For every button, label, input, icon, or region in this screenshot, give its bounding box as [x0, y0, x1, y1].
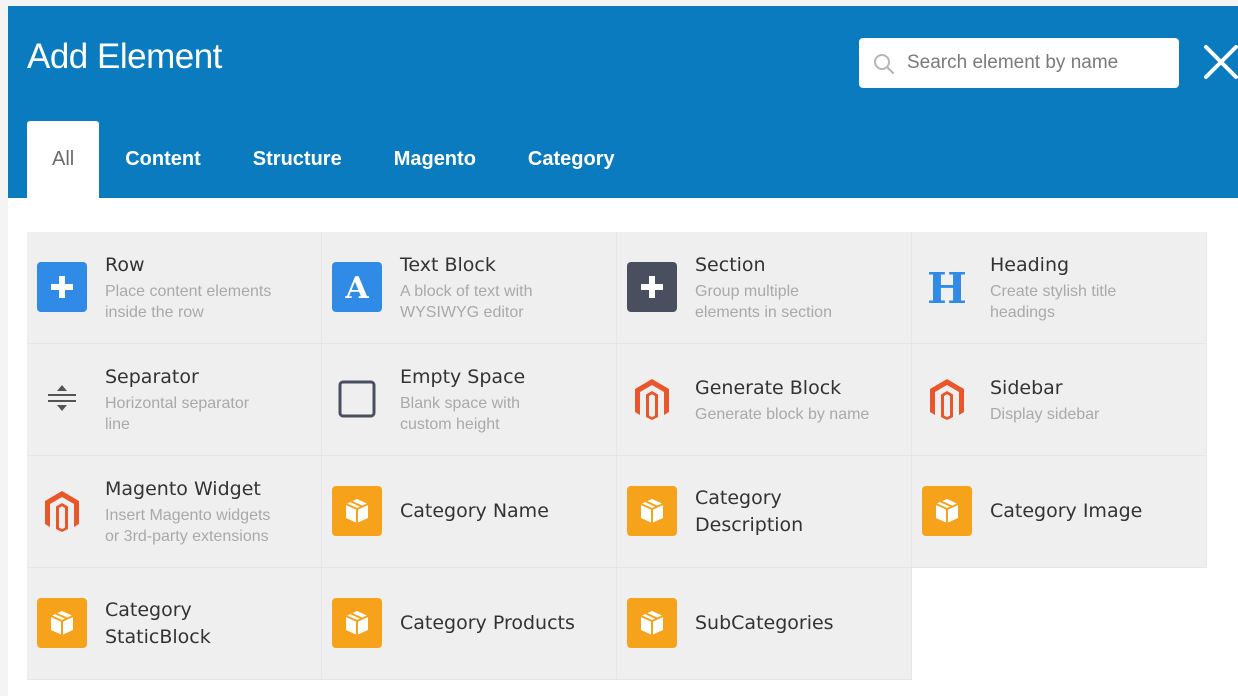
element-separator[interactable]: Separator Horizontal separator line — [27, 344, 322, 456]
tab-content[interactable]: Content — [99, 121, 227, 198]
element-empty-space[interactable]: Empty Space Blank space with custom heigh… — [322, 344, 617, 456]
modal-title: Add Element — [27, 37, 222, 76]
category-box-icon — [922, 486, 972, 536]
element-desc: A block of text with WYSIWYG editor — [400, 283, 533, 321]
element-desc: Insert Magento widgets or 3rd-party exten… — [105, 507, 271, 545]
magento-logo-icon — [922, 374, 972, 424]
svg-text:H: H — [927, 264, 967, 312]
element-name: Category Products — [400, 612, 575, 634]
element-category-image[interactable]: Category Image — [912, 456, 1207, 568]
element-desc: Place content elements inside the row — [105, 283, 272, 321]
tab-magento[interactable]: Magento — [368, 121, 502, 198]
element-name: Category StaticBlock — [105, 598, 211, 648]
element-name: Category Description — [695, 486, 804, 536]
text-a-icon: A — [332, 262, 382, 312]
plus-dark-icon — [627, 262, 677, 312]
plus-icon — [37, 262, 87, 312]
element-name: Category Image — [990, 500, 1143, 522]
heading-h-icon: H — [922, 262, 972, 313]
element-category-staticblock[interactable]: Category StaticBlock — [27, 568, 322, 680]
element-name: Category Name — [400, 500, 549, 522]
close-icon[interactable] — [1201, 42, 1238, 82]
element-category-products[interactable]: Category Products — [322, 568, 617, 680]
category-box-icon — [627, 598, 677, 648]
element-desc: Horizontal separator line — [105, 395, 250, 433]
magento-logo-icon — [627, 374, 677, 424]
element-desc: Blank space with custom height — [400, 395, 521, 433]
element-desc: Display sidebar — [990, 405, 1100, 423]
element-heading[interactable]: H Heading Create stylish title headings — [912, 232, 1207, 344]
category-box-icon — [37, 598, 87, 648]
category-box-icon — [627, 486, 677, 536]
category-box-icon — [332, 486, 382, 536]
element-name: Text Block — [400, 254, 496, 276]
add-element-modal: Add Element All Content Structure Magent… — [8, 6, 1238, 696]
tab-bar: All Content Structure Magento Category — [27, 121, 641, 198]
element-grid: Row Place content elements inside the row… — [27, 232, 1208, 680]
element-name: Sidebar — [990, 376, 1063, 399]
element-section[interactable]: Section Group multiple elements in sectio… — [617, 232, 912, 344]
separator-icon — [37, 374, 87, 424]
search-input[interactable] — [907, 46, 1167, 80]
element-text-block[interactable]: A Text Block A block of text with WYSIWYG… — [322, 232, 617, 344]
element-desc: Create stylish title headings — [990, 283, 1117, 321]
element-desc: Generate block by name — [695, 405, 870, 423]
magento-logo-icon — [37, 486, 87, 536]
element-name: Heading — [990, 254, 1070, 276]
element-name: Magento Widget — [105, 478, 261, 500]
element-generate-block[interactable]: Generate Block Generate block by name — [617, 344, 912, 456]
element-category-description[interactable]: Category Description — [617, 456, 912, 568]
element-name: Empty Space — [400, 366, 526, 388]
element-name: Separator — [105, 366, 199, 388]
tab-category[interactable]: Category — [502, 121, 641, 198]
element-name: Section — [695, 254, 766, 276]
search-box[interactable] — [859, 38, 1179, 88]
element-subcategories[interactable]: SubCategories — [617, 568, 912, 680]
search-icon — [874, 54, 895, 75]
element-category-name[interactable]: Category Name — [322, 456, 617, 568]
svg-text:A: A — [344, 271, 369, 304]
tab-structure[interactable]: Structure — [227, 121, 368, 198]
element-name: SubCategories — [695, 612, 834, 634]
element-name: Generate Block — [695, 376, 842, 399]
element-magento-widget[interactable]: Magento Widget Insert Magento widgets or … — [27, 456, 322, 568]
category-box-icon — [332, 598, 382, 648]
element-sidebar[interactable]: Sidebar Display sidebar — [912, 344, 1207, 456]
modal-header: Add Element All Content Structure Magent… — [8, 6, 1238, 198]
tab-all[interactable]: All — [27, 121, 100, 198]
empty-square-icon — [332, 374, 382, 424]
element-name: Row — [105, 254, 145, 276]
element-row[interactable]: Row Place content elements inside the row — [27, 232, 322, 344]
element-desc: Group multiple elements in section — [695, 283, 832, 321]
